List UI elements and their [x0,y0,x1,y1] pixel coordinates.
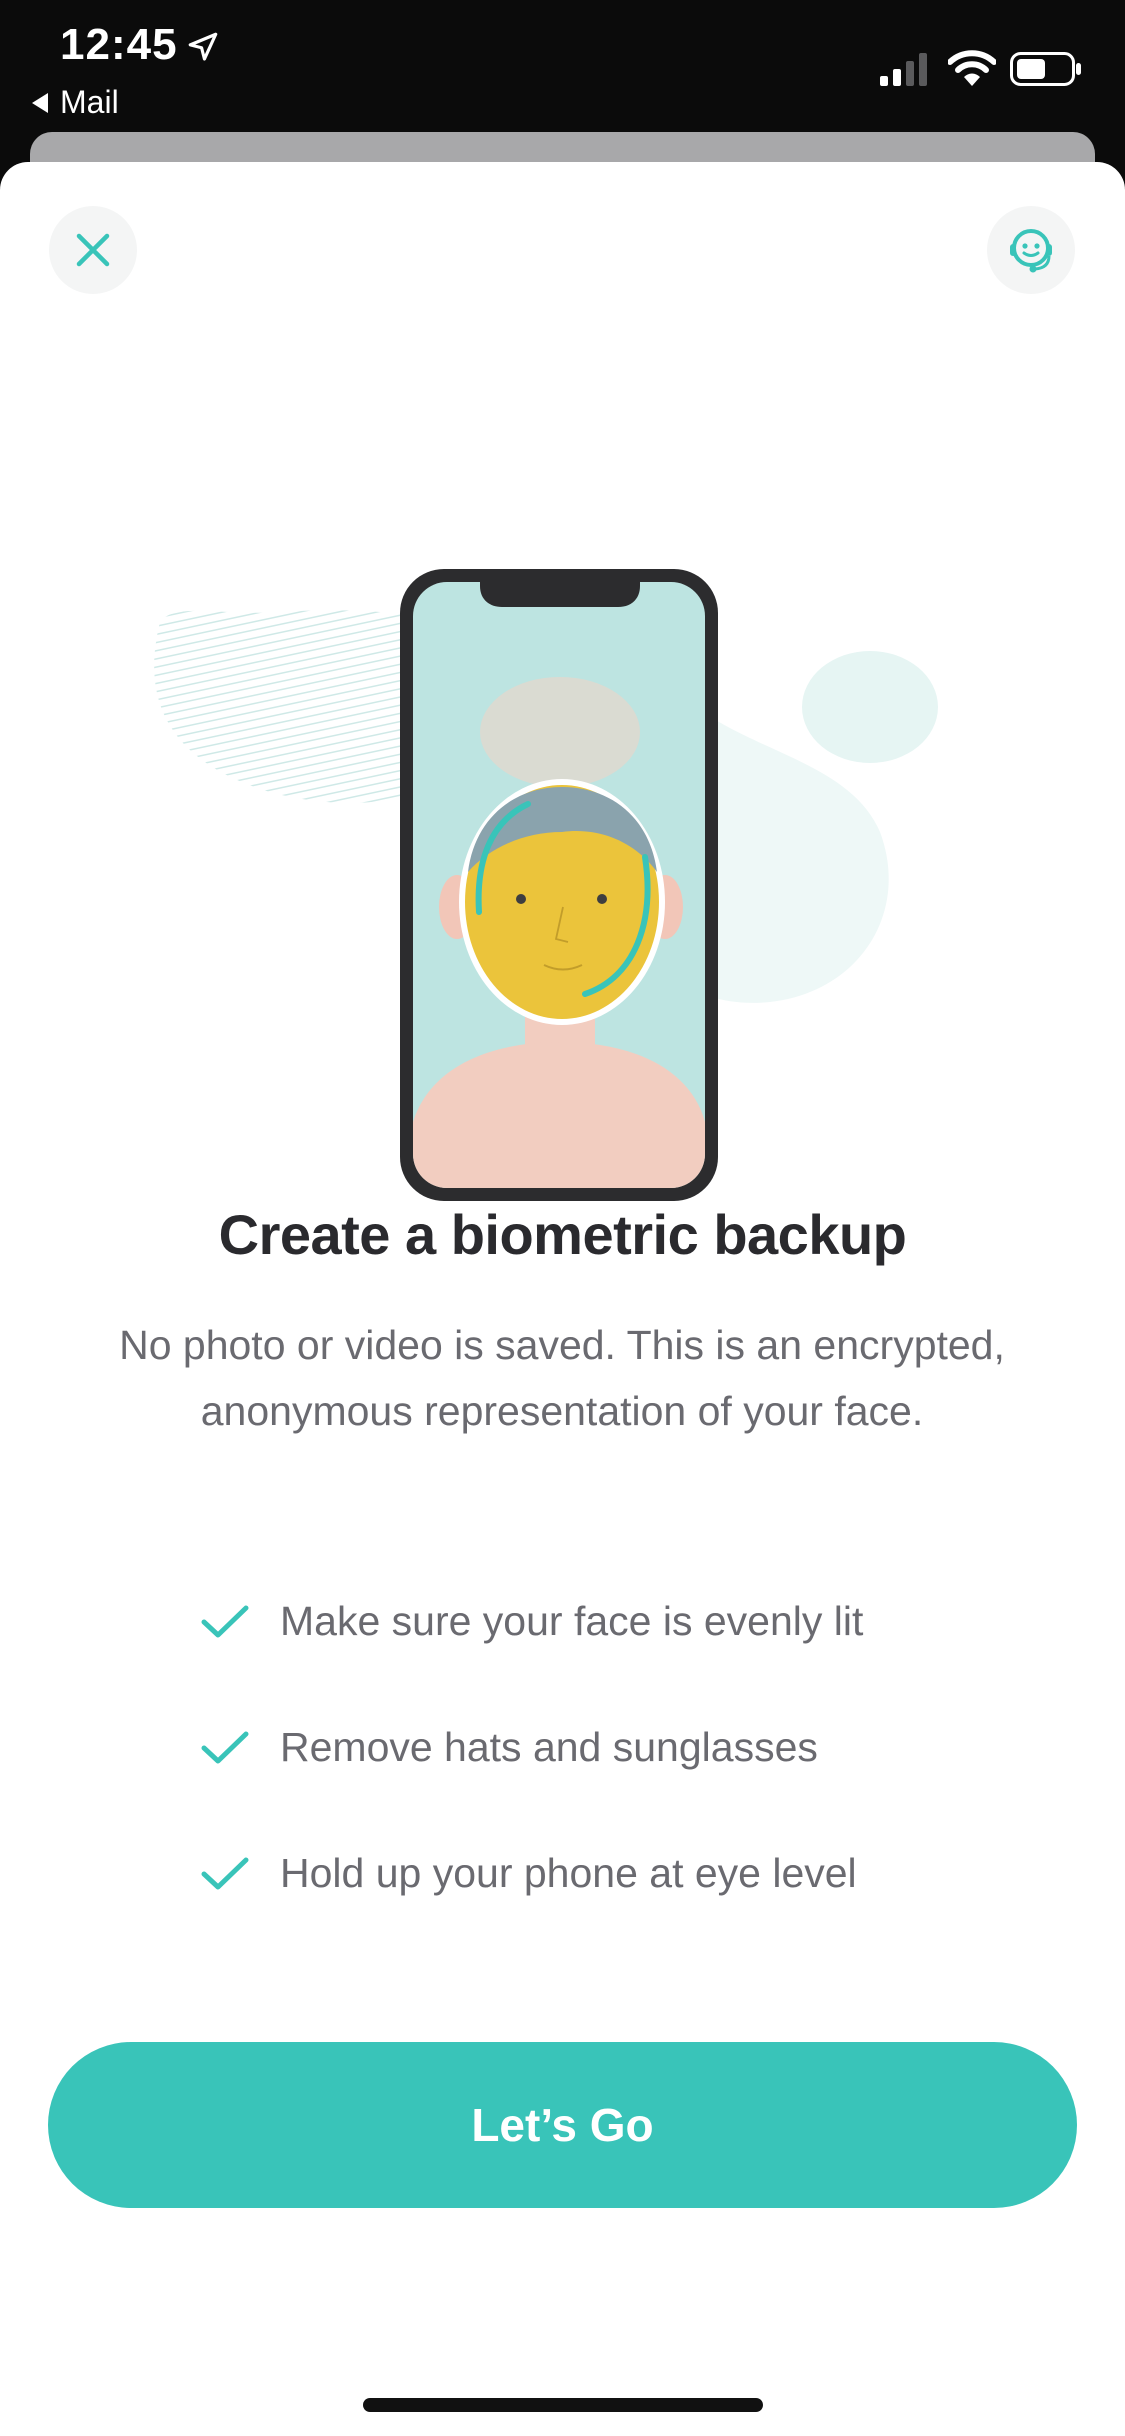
tip-item: Make sure your face is evenly lit [200,1592,1000,1718]
check-icon [201,1731,249,1764]
location-arrow-icon [188,32,218,61]
back-app-label: Mail [60,84,119,120]
tips-list: Make sure your face is evenly lit Remove… [200,1592,1000,1970]
biometric-backup-sheet: Create a biometric backup No photo or vi… [0,162,1125,2436]
wifi-icon [948,50,996,86]
support-button[interactable] [987,206,1075,294]
face-scan-illustration [154,569,938,1201]
page-description: No photo or video is saved. This is an e… [119,1322,1005,1434]
tip-item: Hold up your phone at eye level [200,1844,1000,1970]
check-icon [201,1605,249,1638]
close-icon [76,233,110,267]
support-agent-icon [1010,229,1052,273]
cellular-signal-icon [880,53,927,86]
lets-go-button[interactable]: Let’s Go [48,2042,1077,2208]
phone-notch [480,582,640,607]
status-time: 12:45 [60,20,178,69]
close-button[interactable] [49,206,137,294]
decorative-small-blob [802,651,938,763]
tip-text: Hold up your phone at eye level [280,1850,857,1896]
tip-item: Remove hats and sunglasses [200,1718,1000,1844]
page-title: Create a biometric backup [218,1203,907,1266]
home-indicator[interactable] [363,2398,763,2412]
tip-text: Remove hats and sunglasses [280,1724,818,1770]
battery-icon [1010,52,1081,86]
back-to-mail-link[interactable]: Mail [32,84,119,121]
back-arrow-icon [32,92,48,113]
status-bar: 12:45 Mail [0,0,1125,135]
tip-text: Make sure your face is evenly lit [280,1598,864,1644]
check-icon [201,1857,249,1890]
